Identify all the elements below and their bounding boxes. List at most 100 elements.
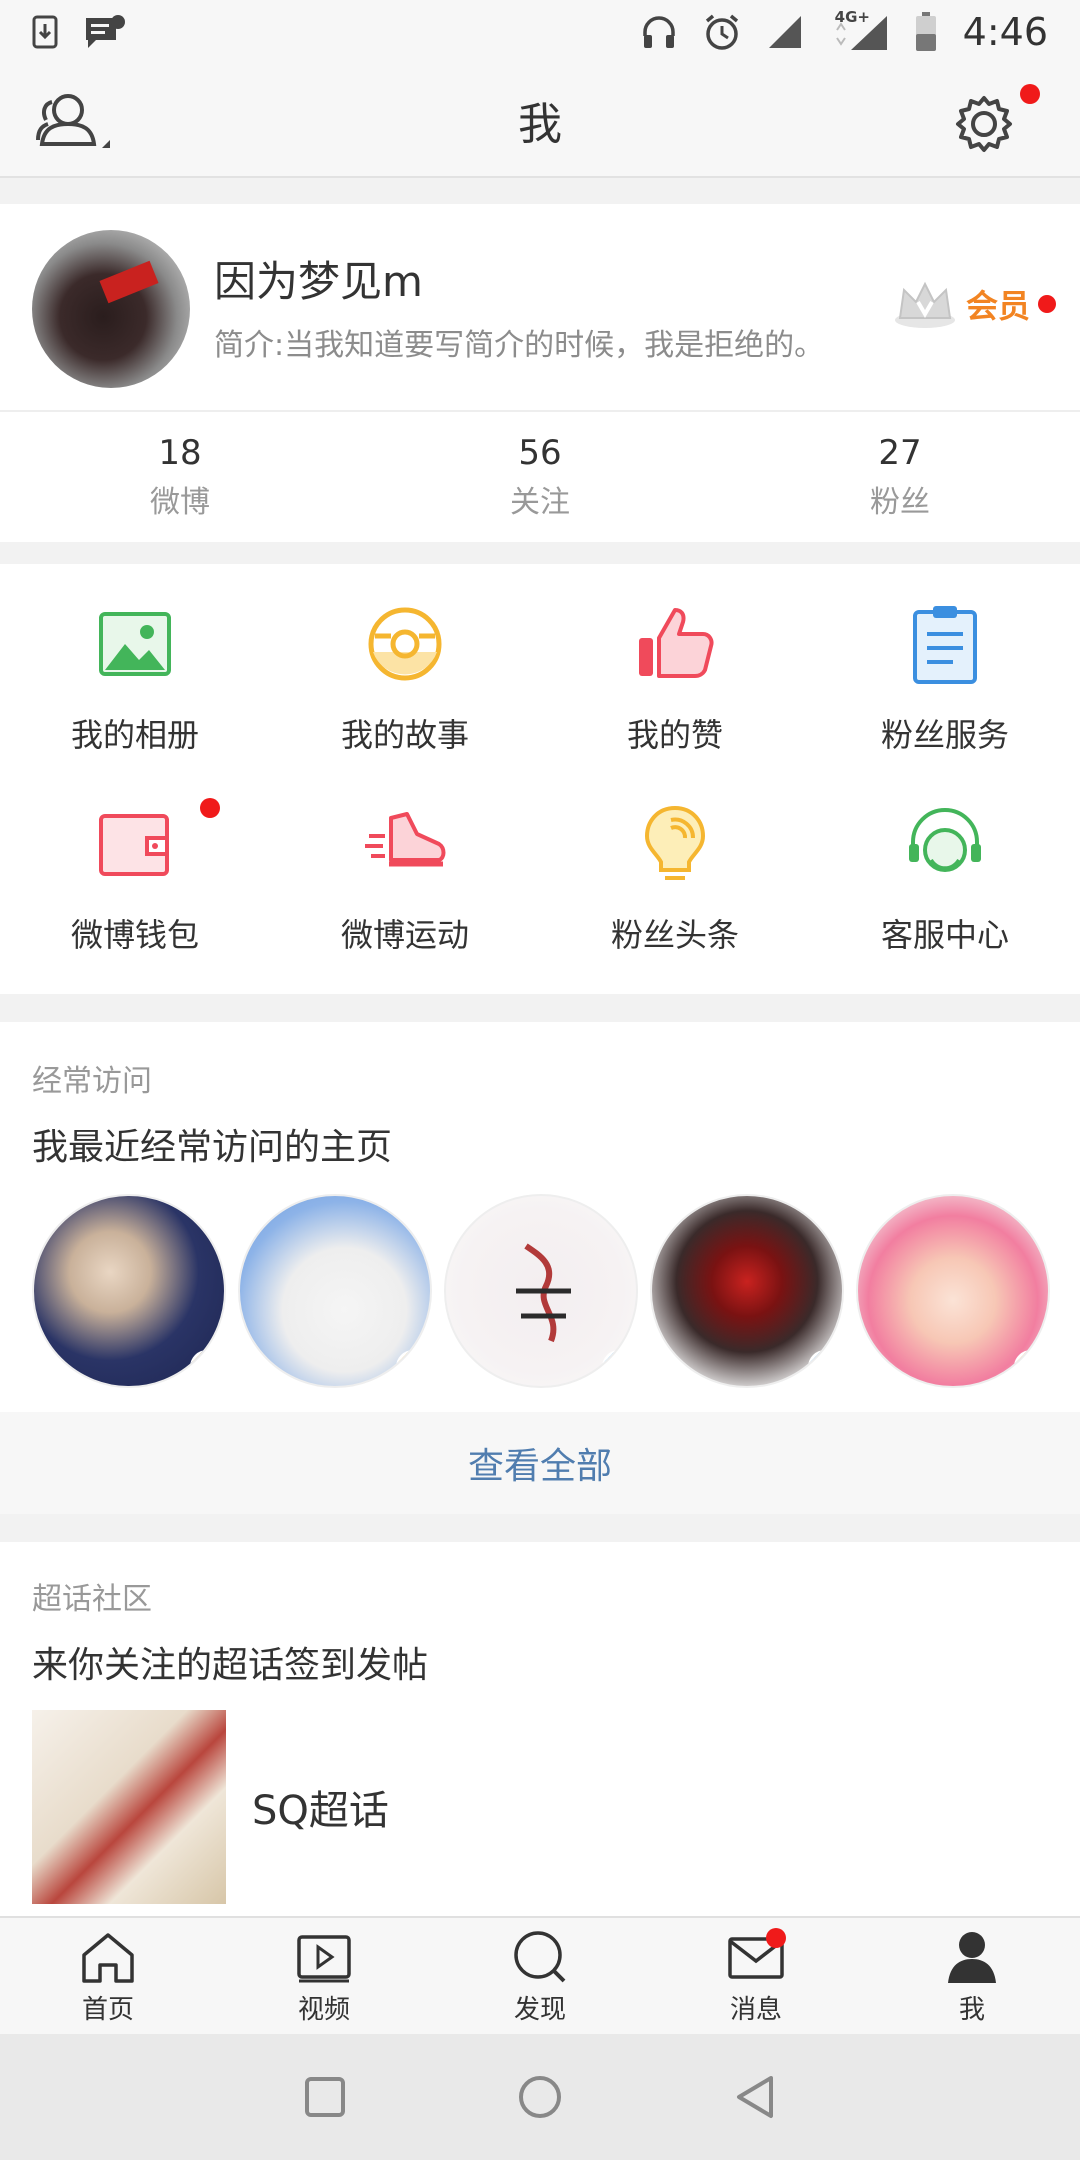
settings-button[interactable] — [954, 84, 1040, 160]
messages-notification-dot — [766, 1928, 786, 1948]
vip-notification-dot — [1038, 295, 1056, 313]
feature-grid: 我的相册 我的故事 我的赞 粉丝服务 微博钱包 微博运动 粉丝头条 客服中心 — [0, 564, 1080, 994]
section-title: 来你关注的超话签到发帖 — [32, 1645, 429, 1686]
status-bar: 4G+ 4:46 — [0, 0, 1080, 64]
stat-number: 56 — [518, 433, 562, 473]
page-title: 我 — [518, 99, 562, 150]
sneaker-icon — [365, 812, 446, 867]
frequent-avatar[interactable]: V — [856, 1194, 1050, 1388]
verified-badge: V — [808, 1350, 842, 1384]
frequent-avatar[interactable]: V — [444, 1194, 638, 1388]
frequent-avatar[interactable]: V — [32, 1194, 226, 1388]
headphones-icon — [642, 16, 675, 48]
tab-me[interactable]: 我 — [864, 1918, 1080, 2034]
frequent-avatar-row: V V V V V — [32, 1194, 1050, 1388]
gear-icon — [956, 96, 1012, 152]
clipboard-icon — [913, 606, 977, 684]
settings-notification-dot — [1020, 84, 1040, 104]
status-time: 4:46 — [962, 10, 1048, 54]
stat-label: 粉丝 — [870, 485, 930, 520]
grid-label: 客服中心 — [880, 916, 1009, 954]
tab-label: 我 — [958, 1994, 985, 2025]
verified-badge: V — [1014, 1350, 1048, 1384]
verified-badge: V — [396, 1350, 430, 1384]
crown-icon — [894, 281, 955, 328]
grid-item-fan-service[interactable]: 粉丝服务 — [810, 578, 1080, 778]
super-topic-section: 超话社区 来你关注的超话签到发帖 SQ超话 — [0, 1542, 1080, 1916]
home-button-icon[interactable] — [517, 2074, 563, 2120]
tab-label: 消息 — [729, 1994, 782, 2025]
stat-following[interactable]: 56 关注 — [360, 412, 720, 542]
grid-label: 粉丝服务 — [880, 716, 1009, 754]
bio: 简介:当我知道要写简介的时候，我是拒绝的。 — [214, 328, 825, 363]
tab-label: 首页 — [81, 1994, 134, 2025]
grid-item-fan-headline[interactable]: 粉丝头条 — [540, 778, 810, 978]
tab-messages[interactable]: 消息 — [648, 1918, 864, 2034]
search-icon — [514, 1930, 566, 1982]
stat-number: 18 — [158, 433, 202, 473]
stat-followers[interactable]: 27 粉丝 — [720, 412, 1080, 542]
grid-label: 微博钱包 — [70, 916, 199, 954]
download-icon — [32, 15, 58, 49]
grid-label: 粉丝头条 — [610, 916, 739, 954]
tab-home[interactable]: 首页 — [0, 1918, 216, 2034]
wallet-icon — [99, 814, 169, 876]
section-title: 我最近经常访问的主页 — [32, 1127, 393, 1168]
grid-label: 我的相册 — [70, 716, 199, 754]
tab-label: 发现 — [513, 1994, 566, 2025]
frequent-visits-section: 经常访问 我最近经常访问的主页 V V V V V — [0, 1022, 1080, 1412]
signal-strength-icon — [835, 16, 887, 50]
message-notification-icon — [86, 15, 125, 48]
network-signal: 4G+ — [829, 8, 889, 52]
home-icon — [82, 1932, 134, 1983]
top-nav-bar: 我 — [0, 64, 1080, 178]
section-caption: 超话社区 — [32, 1582, 152, 1617]
stat-number: 27 — [878, 433, 922, 473]
vip-label: 会员 — [965, 287, 1030, 325]
grid-item-customer-service[interactable]: 客服中心 — [810, 778, 1080, 978]
frequent-avatar[interactable]: V — [238, 1194, 432, 1388]
story-icon — [368, 607, 442, 681]
bottom-tab-bar: 首页 视频 发现 消息 我 — [0, 1916, 1080, 2034]
grid-label: 我的赞 — [626, 716, 723, 754]
profile-icon — [948, 1931, 996, 1983]
wallet-notification-dot — [200, 798, 220, 818]
section-caption: 经常访问 — [32, 1064, 152, 1099]
verified-badge: V — [602, 1350, 636, 1384]
grid-item-wallet[interactable]: 微博钱包 — [0, 778, 270, 978]
signal-icon — [768, 16, 801, 48]
grid-item-story[interactable]: 我的故事 — [270, 578, 540, 778]
stat-label: 关注 — [510, 485, 570, 520]
frequent-avatar[interactable]: V — [650, 1194, 844, 1388]
profile-card[interactable]: 因为梦见m 简介:当我知道要写简介的时候，我是拒绝的。 会员 — [0, 204, 1080, 410]
grid-label: 微博运动 — [340, 916, 469, 954]
thumbs-up-icon — [639, 608, 714, 678]
battery-icon — [915, 12, 936, 51]
avatar[interactable] — [32, 230, 190, 388]
verified-badge: V — [190, 1350, 224, 1384]
username: 因为梦见m — [214, 257, 423, 306]
grid-item-sport[interactable]: 微博运动 — [270, 778, 540, 978]
grid-label: 我的故事 — [340, 716, 469, 754]
topic-name[interactable]: SQ超话 — [252, 1778, 389, 1836]
grid-item-likes[interactable]: 我的赞 — [540, 578, 810, 778]
back-icon[interactable] — [733, 2074, 777, 2120]
stat-weibo[interactable]: 18 微博 — [0, 412, 360, 542]
grid-item-album[interactable]: 我的相册 — [0, 578, 270, 778]
tab-label: 视频 — [297, 1994, 350, 2025]
view-all-button[interactable]: 查看全部 — [0, 1412, 1080, 1514]
headset-icon — [909, 808, 981, 872]
photo-album-icon — [99, 612, 171, 676]
system-nav-bar — [0, 2034, 1080, 2160]
profile-stats: 18 微博 56 关注 27 粉丝 — [0, 410, 1080, 542]
topic-cover-image[interactable] — [32, 1710, 226, 1904]
tab-discover[interactable]: 发现 — [432, 1918, 648, 2034]
tab-video[interactable]: 视频 — [216, 1918, 432, 2034]
video-icon — [297, 1934, 351, 1982]
stat-label: 微博 — [150, 485, 210, 520]
lightbulb-icon — [644, 805, 706, 880]
add-friend-icon[interactable] — [30, 88, 114, 154]
alarm-icon — [705, 14, 738, 50]
vip-badge[interactable]: 会员 — [892, 278, 1056, 330]
recent-apps-icon[interactable] — [303, 2075, 347, 2119]
